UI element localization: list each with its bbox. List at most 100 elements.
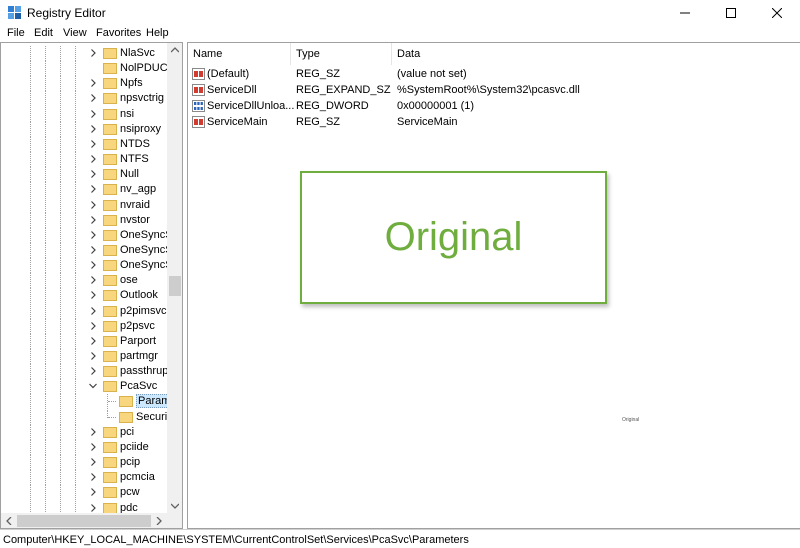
chevron-right-icon[interactable] <box>89 321 97 330</box>
tree-vertical-scroll-thumb[interactable] <box>169 276 181 296</box>
tree-item[interactable]: pcw <box>1 485 167 501</box>
tree-item[interactable]: passthrupa <box>1 364 174 380</box>
chevron-right-icon[interactable] <box>89 230 97 239</box>
value-row[interactable]: (Default) REG_SZ (value not set) <box>188 66 800 82</box>
tree-item-label: p2psvc <box>120 319 155 332</box>
tree-item[interactable]: NTFS <box>1 152 167 168</box>
chevron-right-icon[interactable] <box>89 367 97 376</box>
tree-guide-line <box>75 76 76 92</box>
tree-item-label: nsiproxy <box>120 122 161 135</box>
tree-item[interactable]: OneSyncSv <box>1 227 178 243</box>
scroll-down-icon[interactable] <box>171 503 179 509</box>
column-header-name[interactable]: Name <box>188 43 291 65</box>
menu-view[interactable]: View <box>63 27 87 39</box>
tree-item[interactable]: Security <box>1 409 176 425</box>
tree-item[interactable]: OneSyncSv <box>1 258 178 274</box>
tree-item[interactable]: nsi <box>1 106 167 122</box>
chevron-right-icon[interactable] <box>89 155 97 163</box>
chevron-right-icon[interactable] <box>89 94 97 103</box>
chevron-right-icon[interactable] <box>89 458 97 466</box>
tree-guide-line <box>45 349 46 364</box>
tree-item[interactable]: npsvctrig <box>1 91 167 107</box>
folder-icon <box>103 441 117 453</box>
folder-icon <box>103 108 117 120</box>
menu-help[interactable]: Help <box>146 27 169 39</box>
menu-file[interactable]: File <box>7 27 25 39</box>
registry-tree-pane[interactable]: NlaSvc NolPDUCS Npfs npsvctrig nsi nsiproxy NT… <box>0 42 183 529</box>
tree-item[interactable]: NlaSvc <box>1 46 167 61</box>
value-row[interactable]: ServiceDllUnloa... REG_DWORD 0x00000001 (1… <box>188 98 800 114</box>
chevron-down-icon[interactable] <box>89 382 97 390</box>
scroll-right-icon[interactable] <box>156 517 162 525</box>
tree-item[interactable]: Outlook <box>1 288 167 304</box>
scroll-up-icon[interactable] <box>171 47 179 53</box>
tree-item[interactable]: pciide <box>1 439 167 455</box>
chevron-right-icon[interactable] <box>89 427 97 436</box>
tree-guide-line <box>45 379 46 395</box>
chevron-right-icon[interactable] <box>89 276 97 285</box>
chevron-right-icon[interactable] <box>89 215 97 224</box>
values-pane[interactable]: Name Type Data (Default) REG_SZ (value not… <box>187 42 800 529</box>
chevron-right-icon[interactable] <box>89 170 97 179</box>
menu-favorites[interactable]: Favorites <box>96 27 141 39</box>
chevron-right-icon[interactable] <box>89 124 97 133</box>
tree-guide-line <box>60 394 61 410</box>
tree-guide-line <box>30 333 31 349</box>
tree-item[interactable]: pci <box>1 424 167 440</box>
tree-item[interactable]: PcaSvc <box>1 379 167 395</box>
chevron-right-icon[interactable] <box>89 336 97 345</box>
column-header-type[interactable]: Type <box>291 43 392 65</box>
chevron-right-icon[interactable] <box>89 442 97 451</box>
chevron-right-icon[interactable] <box>89 49 97 57</box>
tree-guide-line <box>60 303 61 319</box>
tree-item[interactable]: Null <box>1 167 167 183</box>
chevron-right-icon[interactable] <box>89 306 97 315</box>
tree-guide-line <box>60 424 61 440</box>
chevron-right-icon[interactable] <box>89 291 97 300</box>
minimize-button[interactable] <box>662 0 708 26</box>
tree-item[interactable]: NTDS <box>1 136 167 152</box>
tree-guide-line <box>60 333 61 349</box>
tree-item-label: ose <box>120 274 138 287</box>
tree-item[interactable]: OneSyncSv <box>1 242 178 258</box>
tree-item[interactable]: Parame <box>1 394 179 410</box>
chevron-right-icon[interactable] <box>89 246 97 254</box>
close-button[interactable] <box>754 0 800 26</box>
scroll-left-icon[interactable] <box>6 517 12 525</box>
tree-item[interactable]: p2pimsvc <box>1 303 167 319</box>
tree-horizontal-scrollbar[interactable] <box>1 513 167 528</box>
tree-item[interactable]: Npfs <box>1 76 167 92</box>
chevron-right-icon[interactable] <box>89 503 97 512</box>
chevron-right-icon[interactable] <box>89 488 97 497</box>
value-row[interactable]: ServiceMain REG_SZ ServiceMain <box>188 114 800 130</box>
chevron-right-icon[interactable] <box>89 109 97 118</box>
tree-item[interactable]: partmgr <box>1 349 167 364</box>
column-header-data[interactable]: Data <box>392 43 592 65</box>
tree-guide-line <box>45 152 46 168</box>
tree-item[interactable]: pcmcia <box>1 470 167 486</box>
menu-edit[interactable]: Edit <box>34 27 53 39</box>
tree-item[interactable]: pcip <box>1 455 167 471</box>
chevron-right-icon[interactable] <box>89 185 97 194</box>
value-row[interactable]: ServiceDll REG_EXPAND_SZ %SystemRoot%\Syst… <box>188 82 800 98</box>
tree-item[interactable]: p2psvc <box>1 318 167 334</box>
maximize-button[interactable] <box>708 0 754 26</box>
tree-item[interactable]: NolPDUCS <box>1 61 175 77</box>
tree-guide-line <box>45 409 46 425</box>
chevron-right-icon[interactable] <box>89 139 97 148</box>
chevron-right-icon[interactable] <box>89 261 97 270</box>
chevron-right-icon[interactable] <box>89 79 97 88</box>
chevron-right-icon[interactable] <box>89 473 97 482</box>
tree-item[interactable]: nvstor <box>1 212 167 228</box>
tree-item[interactable]: nv_agp <box>1 182 167 198</box>
tree-guide-line <box>75 364 76 380</box>
chevron-right-icon[interactable] <box>89 352 97 360</box>
tree-item[interactable]: Parport <box>1 333 167 349</box>
tree-item[interactable]: nvraid <box>1 197 167 213</box>
tree-horizontal-scroll-thumb[interactable] <box>17 515 151 527</box>
tree-guide-line <box>45 61 46 77</box>
tree-item[interactable]: nsiproxy <box>1 121 167 137</box>
tree-item[interactable]: ose <box>1 273 167 289</box>
chevron-right-icon[interactable] <box>89 200 97 209</box>
tree-vertical-scrollbar[interactable] <box>167 43 182 513</box>
